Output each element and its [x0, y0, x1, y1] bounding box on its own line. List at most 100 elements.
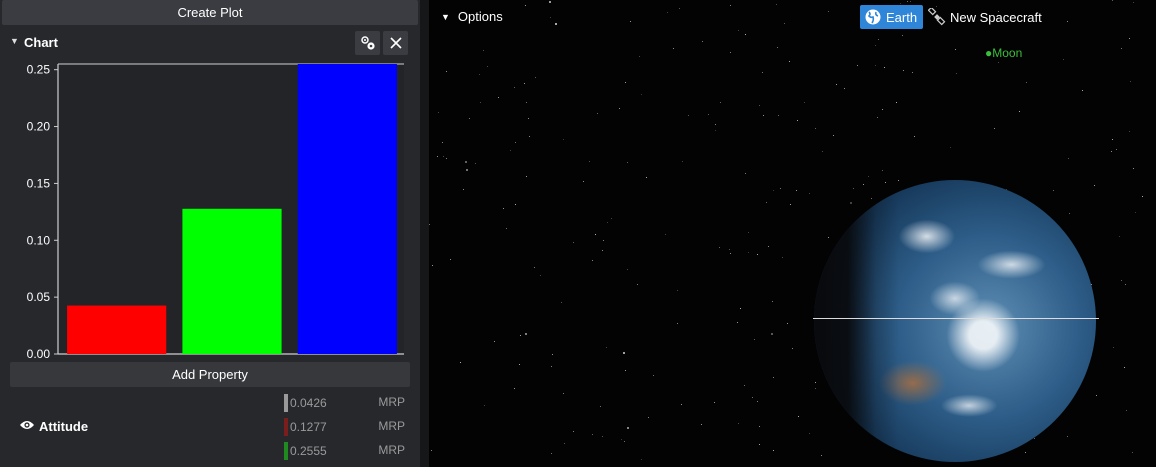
options-toggle[interactable]: ▼ Options	[441, 9, 503, 24]
star	[688, 115, 689, 116]
star	[757, 401, 758, 402]
star	[772, 301, 773, 302]
star	[896, 102, 897, 103]
spacecraft-label: New Spacecraft	[950, 9, 1042, 25]
star	[1129, 38, 1130, 39]
star	[437, 156, 438, 157]
chart-header[interactable]: ▼ Chart	[0, 30, 420, 56]
star	[1069, 213, 1070, 214]
earth-focus-button[interactable]: Earth	[860, 5, 923, 29]
star	[639, 56, 640, 57]
star	[780, 188, 781, 189]
star	[955, 49, 956, 50]
star	[677, 290, 678, 291]
star	[877, 117, 878, 118]
chart-close-button[interactable]	[383, 31, 408, 55]
star	[1053, 190, 1054, 191]
star	[757, 254, 758, 255]
star	[822, 151, 823, 152]
star	[627, 162, 628, 163]
star	[884, 67, 885, 68]
star	[592, 260, 593, 261]
star	[606, 347, 607, 348]
caret-down-icon[interactable]: ▼	[10, 36, 19, 46]
star	[1124, 367, 1125, 368]
star	[679, 8, 680, 9]
star	[561, 302, 562, 303]
moon-label: Moon	[992, 46, 1023, 60]
star	[994, 128, 995, 129]
spacecraft-focus-button[interactable]: New Spacecraft	[928, 8, 1042, 26]
3d-scene-view[interactable]: ▼ Options Earth New Spacecraft ●Moon	[429, 0, 1156, 467]
star	[850, 202, 852, 204]
star	[715, 124, 716, 125]
star	[479, 74, 480, 75]
star	[624, 441, 625, 442]
star	[1133, 168, 1134, 169]
y-tick-label: 0.25	[27, 63, 51, 77]
star	[1113, 347, 1114, 348]
eye-icon[interactable]	[19, 419, 35, 431]
star	[898, 180, 899, 181]
star	[611, 218, 612, 219]
star	[682, 161, 683, 162]
star	[503, 208, 504, 209]
star	[540, 275, 541, 276]
star	[778, 115, 779, 116]
star	[483, 50, 484, 51]
star	[665, 234, 666, 235]
value-unit: MRP	[378, 443, 405, 457]
star	[1082, 90, 1083, 91]
star	[480, 102, 481, 103]
star	[627, 269, 628, 270]
panel-divider[interactable]	[420, 0, 429, 467]
bar-2[interactable]	[297, 64, 397, 354]
star	[759, 105, 760, 106]
star	[828, 237, 829, 238]
star	[914, 136, 915, 137]
chart-settings-button[interactable]	[355, 31, 380, 55]
star	[520, 335, 521, 336]
star	[641, 94, 642, 95]
star	[1026, 82, 1027, 83]
star	[773, 450, 774, 451]
bar-chart: 0.00 0.05 0.10 0.15 0.20 0.25	[0, 58, 420, 361]
star	[498, 97, 499, 98]
star	[702, 41, 703, 42]
star	[446, 71, 447, 72]
add-property-button[interactable]: Add Property	[10, 362, 410, 387]
star	[789, 61, 790, 62]
star	[429, 224, 430, 225]
star	[506, 228, 507, 229]
star	[519, 364, 520, 365]
star	[1130, 81, 1131, 82]
star	[529, 136, 530, 137]
star	[956, 73, 957, 74]
star	[878, 39, 879, 40]
star	[701, 424, 702, 425]
star	[528, 118, 529, 119]
star	[708, 114, 709, 115]
star	[630, 21, 631, 22]
bar-0[interactable]	[67, 305, 167, 354]
property-row: Attitude 0.0426 MRP 0.1277 MRP 0.2555 MR…	[0, 390, 420, 467]
star	[573, 242, 574, 243]
star	[469, 118, 470, 119]
star	[465, 161, 467, 163]
earth-label: Earth	[886, 9, 918, 25]
value-unit: MRP	[378, 395, 405, 409]
moon-marker[interactable]: ●Moon	[985, 46, 1022, 60]
star	[551, 366, 552, 367]
y-tick-label: 0.00	[27, 347, 51, 360]
star	[442, 142, 443, 143]
star	[1126, 410, 1127, 411]
star	[804, 102, 805, 103]
y-tick-label: 0.15	[27, 176, 51, 190]
star	[555, 23, 557, 25]
star	[510, 150, 511, 151]
value-number: 0.1277	[290, 420, 327, 434]
star	[1119, 236, 1120, 237]
create-plot-button[interactable]: Create Plot	[2, 0, 418, 25]
bar-1[interactable]	[182, 208, 282, 354]
star	[526, 176, 527, 177]
